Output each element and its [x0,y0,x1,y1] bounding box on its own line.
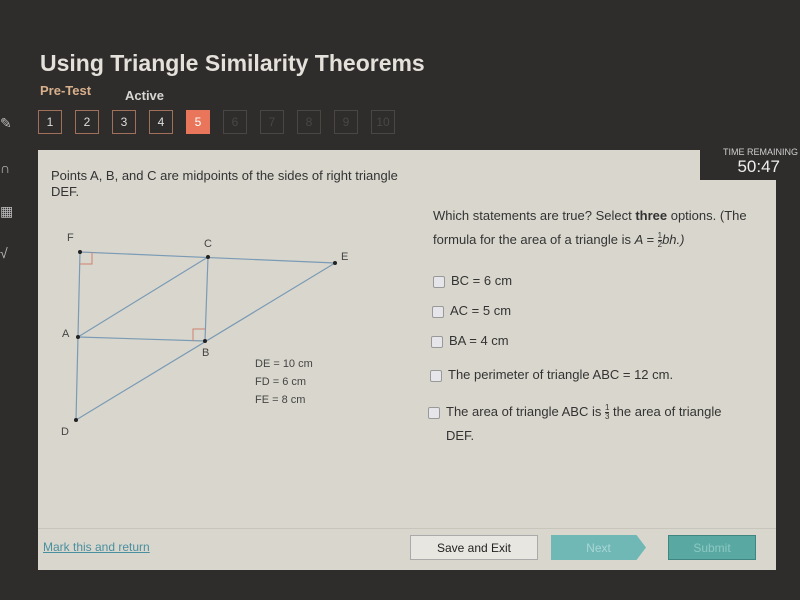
option-label: The area of triangle ABC is 13 the area … [446,400,748,448]
point-label-f: F [67,232,74,244]
question-2-button[interactable]: 2 [75,110,99,134]
checkbox[interactable] [433,276,445,288]
time-remaining-value: 50:47 [737,157,780,176]
segment-cb [204,256,209,342]
segment-ac [77,256,209,338]
mode-label: Pre-Test [40,83,92,98]
checkbox[interactable] [430,370,442,382]
option-label: AC = 5 cm [450,303,512,318]
calculator-icon[interactable]: ▦ [0,203,18,221]
checkbox[interactable] [431,336,443,348]
option-label: The perimeter of triangle ABC = 12 cm. [448,367,674,382]
q-text-1: Which statements are true? Select [433,208,636,223]
formula-icon[interactable]: √ [0,245,18,263]
segment-ab [77,336,206,342]
question-1-button[interactable]: 1 [38,110,62,134]
question-10-button[interactable]: 10 [371,110,395,134]
question-8-button[interactable]: 8 [297,110,321,134]
option-label: BC = 6 cm [451,273,513,288]
question-9-button[interactable]: 9 [334,110,358,134]
time-remaining-label: TIME REMAINING [722,147,798,157]
option-5[interactable]: The area of triangle ABC is 13 the area … [428,400,748,448]
right-angle-b [192,328,205,341]
point-label-b: B [202,347,210,359]
point-label-a: A [62,328,70,340]
q-formula-a: A = [634,232,658,247]
option-label-a: The area of triangle ABC is [446,404,605,419]
question-panel: Points A, B, and C are midpoints of the … [38,150,776,570]
mark-and-return-link[interactable]: Mark this and return [43,540,150,554]
question-text: Which statements are true? Select three … [433,204,773,252]
point-label-d: D [61,426,69,438]
next-button[interactable]: Next [551,535,646,560]
footer-bar: Mark this and return Save and Exit Next … [38,528,776,570]
q-formula-b: bh.) [662,232,685,247]
q-emphasis: three [635,208,668,223]
measurement-fe: FE = 8 cm [255,394,306,406]
measurements: DE = 10 cm FD = 6 cm FE = 8 cm [255,355,313,409]
right-angle-f [80,252,93,265]
option-2[interactable]: AC = 5 cm [432,299,511,323]
question-6-button[interactable]: 6 [223,110,247,134]
option-1[interactable]: BC = 6 cm [433,269,512,293]
question-4-button[interactable]: 4 [149,110,173,134]
question-5-button[interactable]: 5 [186,110,210,134]
option-label: BA = 4 cm [449,333,509,348]
checkbox[interactable] [428,407,440,419]
point-label-c: C [204,238,212,250]
question-3-button[interactable]: 3 [112,110,136,134]
point-label-e: E [341,251,349,263]
measurement-fd: FD = 6 cm [255,376,307,388]
status-label: Active [125,88,165,103]
option-3[interactable]: BA = 4 cm [431,329,509,353]
headphones-icon[interactable]: ∩ [0,160,18,178]
measurement-de: DE = 10 cm [255,358,313,370]
pencil-icon[interactable]: ✎ [0,115,18,133]
question-nav: 1 2 3 4 5 6 7 8 9 10 [38,110,395,134]
save-and-exit-button[interactable]: Save and Exit [410,535,538,560]
question-7-button[interactable]: 7 [260,110,284,134]
checkbox[interactable] [432,306,444,318]
page-title: Using Triangle Similarity Theorems [40,50,425,76]
option-4[interactable]: The perimeter of triangle ABC = 12 cm. [430,363,673,387]
submit-button[interactable]: Submit [668,535,756,560]
